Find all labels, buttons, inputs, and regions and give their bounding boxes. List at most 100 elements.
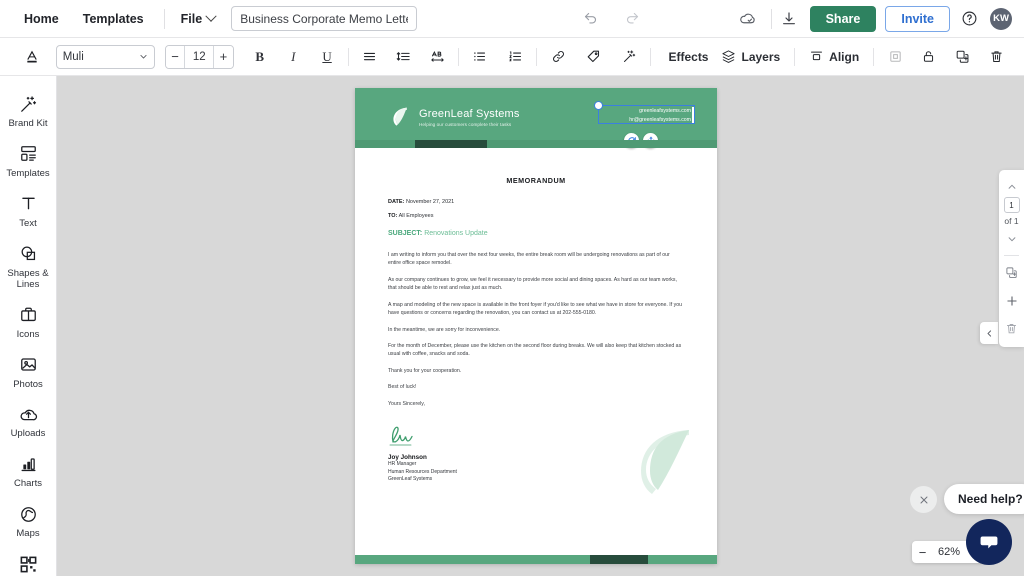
lock-icon[interactable] [917,45,941,69]
layers-label: Layers [741,49,781,64]
effects-button[interactable]: Effects [660,46,716,68]
resize-handle[interactable] [594,101,603,110]
sidebar-item-qr-code[interactable]: QR Code [0,546,57,576]
sidebar-item-label: Brand Kit [8,118,48,129]
font-size-value[interactable]: 12 [184,45,215,68]
invite-button[interactable]: Invite [885,5,950,32]
numbered-list-icon[interactable] [504,45,528,69]
magic-sparkle-icon[interactable] [618,45,642,69]
design-canvas[interactable]: GreenLeaf Systems Helping our customers … [57,76,1024,576]
letter-spacing-icon[interactable] [425,45,449,69]
to-label: TO: [388,213,398,219]
format-toolbar: Muli − 12 + B I U Effects Layers Align [0,38,1024,76]
file-menu[interactable]: File [173,6,224,32]
font-family-select[interactable]: Muli [55,44,155,69]
memo-paragraph: For the month of December, please use th… [388,342,682,358]
link-icon[interactable] [546,45,570,69]
font-size-decrease[interactable]: − [165,45,185,68]
delete-page-icon[interactable] [1001,318,1022,339]
need-help-button[interactable]: Need help? [944,484,1024,514]
italic-button[interactable]: I [282,45,306,69]
line-spacing-icon[interactable] [392,45,416,69]
document-title-input[interactable] [231,6,418,31]
text-color-icon[interactable] [20,45,44,69]
zoom-out-button[interactable]: − [912,541,933,563]
contact-line-2: hr@greenleafsystems.com [629,117,691,123]
download-icon[interactable] [776,6,802,32]
chevron-up-icon[interactable] [1001,176,1022,197]
redo-icon[interactable] [619,6,645,32]
divider [458,47,459,66]
chat-widget-button[interactable] [966,519,1012,565]
to-value: All Employees [398,213,434,219]
page-count-label: of 1 [1004,216,1019,226]
sidebar-item-shapes-lines[interactable]: Shapes & Lines [0,236,57,297]
nav-templates[interactable]: Templates [71,6,156,32]
bold-button[interactable]: B [248,45,272,69]
date-label: DATE: [388,199,405,205]
align-button[interactable]: Align [804,46,864,67]
avatar[interactable]: KW [990,7,1012,30]
collapse-panel-button[interactable] [980,322,998,344]
sidebar-item-charts[interactable]: Charts [0,446,57,496]
header-accent-dark [414,140,488,148]
sidebar-item-uploads[interactable]: Uploads [0,396,57,446]
selected-text-element[interactable]: greenleafsystems.com hr@greenleafsystems… [594,101,695,124]
align-left-icon[interactable] [358,45,382,69]
sidebar-item-text[interactable]: Text [0,186,57,236]
sidebar-item-label: Templates [6,167,50,179]
layers-button[interactable]: Layers [716,46,785,67]
sidebar-item-label: Charts [14,478,42,490]
align-object-icon [811,51,823,61]
sidebar-item-photos[interactable]: Photos [0,347,57,397]
top-bar: Home Templates File Business Corporate M… [0,0,1024,38]
sidebar-item-label: Maps [16,528,40,540]
icons-icon [19,304,38,326]
undo-icon[interactable] [577,6,603,32]
memo-paragraph: In the meantime, we are sorry for inconv… [388,326,501,333]
chevron-down-icon [140,54,147,59]
chat-bubble-icon [980,536,998,549]
sidebar-item-icons[interactable]: Icons [0,297,57,347]
duplicate-page-icon[interactable] [1001,262,1022,283]
document-footer-band [355,555,717,564]
add-page-icon[interactable] [1001,290,1022,311]
date-value: November 27, 2021 [405,199,455,205]
chevron-down-icon [205,10,217,22]
trash-icon[interactable] [984,45,1008,69]
divider [536,47,538,66]
memo-paragraph: A map and modeling of the new space is a… [388,301,682,317]
text-caret [692,107,694,123]
footer-accent-dark [590,555,649,564]
sidebar-item-label: Shapes & Lines [7,267,49,290]
close-help-button[interactable] [910,486,937,513]
share-button[interactable]: Share [809,5,877,32]
question-mark-icon[interactable] [956,6,982,32]
memo-paragraph: Thank you for your cooperation. [388,367,462,374]
sidebar-item-maps[interactable]: Maps [0,496,57,546]
page-navigator-panel: 1 of 1 [999,170,1024,347]
underline-button[interactable]: U [315,45,339,69]
divider [347,47,349,66]
memo-title: MEMORANDUM [506,176,566,185]
page-number-input[interactable]: 1 [1003,197,1020,213]
sidebar-item-templates[interactable]: Templates [0,136,57,186]
chevron-down-icon[interactable] [1001,228,1022,249]
duplicate-icon[interactable] [951,45,975,69]
sidebar-item-label: Text [19,217,37,229]
nav-home[interactable]: Home [12,6,71,32]
zoom-level-value[interactable]: 62% [933,546,965,558]
leaf-icon [391,106,410,128]
templates-icon [19,143,38,165]
brand-name: GreenLeaf Systems [419,107,520,120]
font-size-increase[interactable]: + [214,45,233,68]
text-t-icon [19,193,38,215]
sidebar-item-brand-kit[interactable]: Brand Kit [0,86,57,136]
cloud-saved-icon[interactable] [735,6,761,32]
divider [650,47,652,66]
document-page[interactable]: GreenLeaf Systems Helping our customers … [355,88,717,564]
bullet-list-icon[interactable] [468,45,492,69]
font-size-stepper[interactable]: − 12 + [164,44,234,69]
tag-icon[interactable] [582,45,606,69]
divider [794,47,796,66]
